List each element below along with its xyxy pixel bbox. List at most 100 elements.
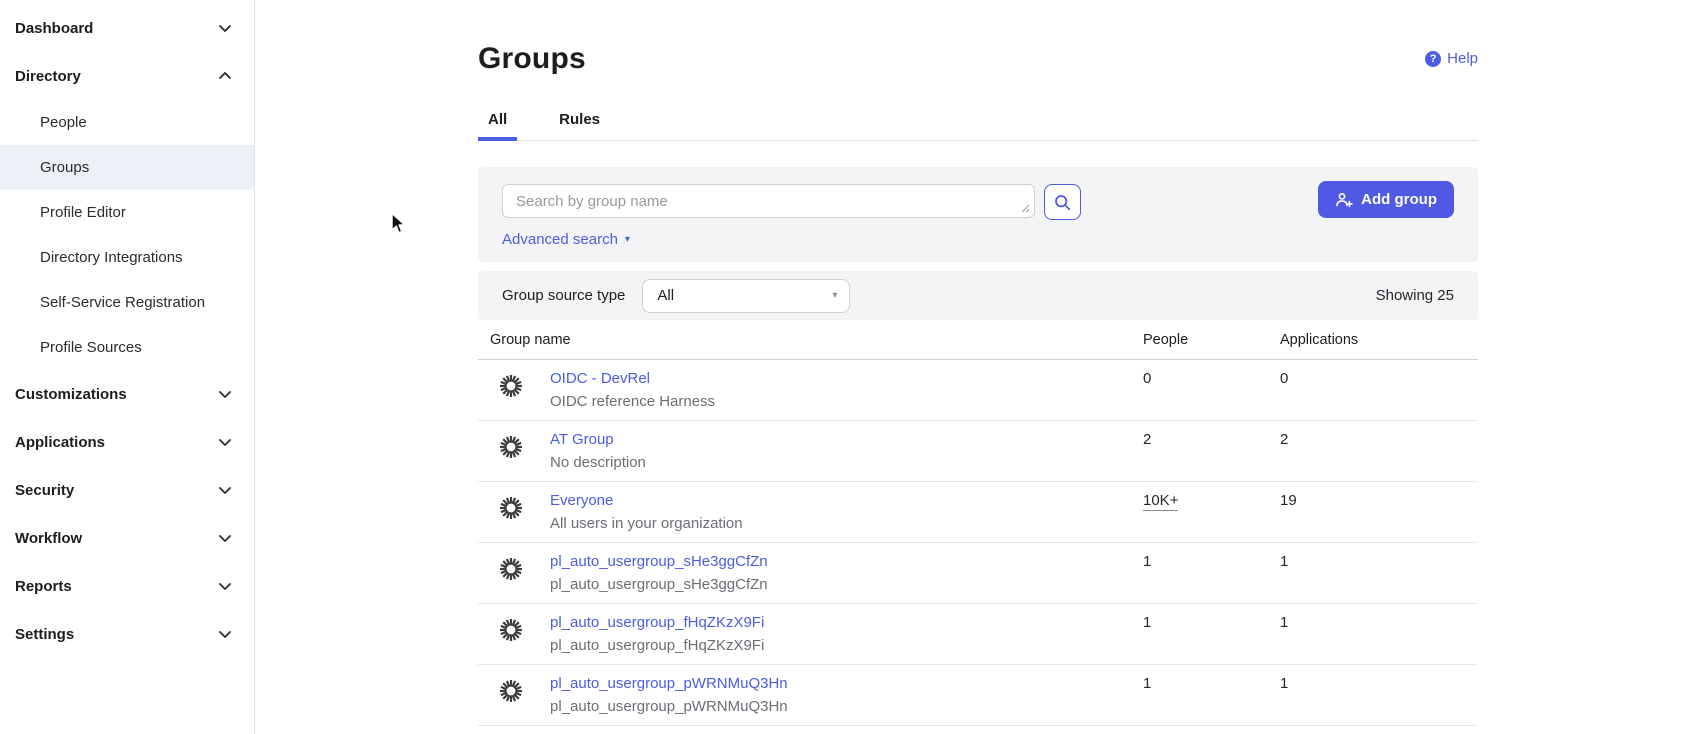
sidebar-item-people[interactable]: People: [0, 100, 254, 145]
group-description: OIDC reference Harness: [550, 392, 715, 412]
sidebar-item-profile-editor[interactable]: Profile Editor: [0, 190, 254, 235]
main-content: Groups ? Help All Rules: [255, 0, 1687, 734]
sidebar-item-profile-sources[interactable]: Profile Sources: [0, 325, 254, 370]
magnifier-icon: [1054, 194, 1071, 211]
group-name-link[interactable]: pl_auto_usergroup_sHe3ggCfZn: [550, 552, 768, 572]
applications-count: 1: [1280, 665, 1478, 694]
app-window: Dashboard Directory People Groups Profil…: [0, 0, 1687, 734]
tab-all[interactable]: All: [478, 111, 517, 140]
group-name-link[interactable]: OIDC - DevRel: [550, 369, 715, 389]
applications-count: 1: [1280, 543, 1478, 572]
people-count: 1: [1143, 665, 1280, 694]
group-description: All users in your organization: [550, 514, 743, 534]
filter-band: Group source type All ▾ Showing 25: [478, 271, 1478, 320]
people-count: 1: [1143, 604, 1280, 633]
help-link[interactable]: ? Help: [1425, 50, 1478, 67]
group-source-type-select[interactable]: All ▾: [642, 279, 850, 313]
selected-option: All: [657, 287, 674, 304]
group-description: No description: [550, 453, 646, 473]
group-description: pl_auto_usergroup_fHqZKzX9Fi: [550, 636, 764, 656]
group-source-type-label: Group source type: [502, 287, 625, 304]
sidebar-item-dashboard[interactable]: Dashboard: [0, 4, 254, 52]
group-name-link[interactable]: pl_auto_usergroup_fHqZKzX9Fi: [550, 613, 764, 633]
chevron-up-icon: [218, 69, 232, 83]
chevron-down-icon: [218, 387, 232, 401]
table-row: pl_auto_usergroup_fHqZKzX9Fi pl_auto_use…: [478, 604, 1478, 665]
people-count-tooltip[interactable]: 10K+: [1143, 492, 1178, 511]
sidebar-item-directory-integrations[interactable]: Directory Integrations: [0, 235, 254, 280]
applications-count: 19: [1280, 482, 1478, 511]
group-gear-icon: [497, 433, 525, 461]
people-count: 1: [1143, 543, 1280, 572]
sidebar-item-label: Settings: [15, 626, 74, 643]
sidebar-item-label: Reports: [15, 578, 72, 595]
sidebar-item-label: Directory Integrations: [40, 249, 183, 266]
help-label: Help: [1447, 50, 1478, 67]
sidebar-item-label: Groups: [40, 159, 89, 176]
sidebar: Dashboard Directory People Groups Profil…: [0, 0, 255, 734]
table-row: Everyone All users in your organization …: [478, 482, 1478, 543]
chevron-down-icon: [218, 435, 232, 449]
group-gear-icon: [497, 616, 525, 644]
showing-count: Showing 25: [1376, 287, 1454, 304]
advanced-search-label: Advanced search: [502, 231, 618, 248]
chevron-down-icon: [218, 531, 232, 545]
page-title: Groups: [478, 42, 1478, 76]
caret-down-icon: ▾: [832, 290, 837, 301]
sidebar-item-label: Directory: [15, 68, 81, 85]
group-gear-icon: [497, 677, 525, 705]
group-gear-icon: [497, 494, 525, 522]
sidebar-item-label: Applications: [15, 434, 105, 451]
sidebar-item-groups[interactable]: Groups: [0, 145, 254, 190]
sidebar-item-self-service-registration[interactable]: Self-Service Registration: [0, 280, 254, 325]
person-add-icon: [1335, 192, 1353, 208]
group-name-link[interactable]: AT Group: [550, 430, 646, 450]
sidebar-item-workflow[interactable]: Workflow: [0, 514, 254, 562]
applications-count: 0: [1280, 360, 1478, 389]
table-row: pl_auto_usergroup_pWRNMuQ3Hn pl_auto_use…: [478, 665, 1478, 726]
people-count: 0: [1143, 360, 1280, 389]
applications-count: 2: [1280, 421, 1478, 450]
chevron-down-icon: [218, 627, 232, 641]
group-description: pl_auto_usergroup_pWRNMuQ3Hn: [550, 697, 788, 717]
group-gear-icon: [497, 555, 525, 583]
sidebar-item-label: Profile Editor: [40, 204, 126, 221]
column-header-people: People: [1143, 332, 1280, 348]
group-description: pl_auto_usergroup_sHe3ggCfZn: [550, 575, 768, 595]
sidebar-item-label: Profile Sources: [40, 339, 142, 356]
add-group-button[interactable]: Add group: [1318, 181, 1454, 218]
sidebar-item-customizations[interactable]: Customizations: [0, 370, 254, 418]
add-group-label: Add group: [1361, 191, 1437, 208]
tab-rules[interactable]: Rules: [549, 111, 610, 140]
advanced-search-link[interactable]: Advanced search ▾: [502, 231, 630, 248]
sidebar-item-label: Dashboard: [15, 20, 93, 37]
sidebar-item-security[interactable]: Security: [0, 466, 254, 514]
table-row: AT Group No description 2 2: [478, 421, 1478, 482]
chevron-down-icon: [218, 483, 232, 497]
chevron-down-icon: [218, 579, 232, 593]
sidebar-item-label: Self-Service Registration: [40, 294, 205, 311]
people-count: 10K+: [1143, 482, 1280, 511]
sidebar-item-settings[interactable]: Settings: [0, 610, 254, 658]
table-header: Group name People Applications: [478, 320, 1478, 360]
caret-down-icon: ▾: [625, 235, 630, 245]
chevron-down-icon: [218, 21, 232, 35]
sidebar-item-directory[interactable]: Directory: [0, 52, 254, 100]
resize-handle[interactable]: [1021, 204, 1030, 213]
search-button[interactable]: [1044, 184, 1081, 220]
sidebar-item-applications[interactable]: Applications: [0, 418, 254, 466]
table-row: OIDC - DevRel OIDC reference Harness 0 0: [478, 360, 1478, 421]
search-panel: Advanced search ▾ Add group: [478, 167, 1478, 262]
column-header-applications: Applications: [1280, 332, 1478, 348]
sidebar-item-reports[interactable]: Reports: [0, 562, 254, 610]
group-name-link[interactable]: Everyone: [550, 491, 743, 511]
groups-table: Group name People Applications OIDC - De…: [478, 320, 1478, 726]
tab-bar: All Rules: [478, 111, 1478, 141]
column-header-group-name: Group name: [478, 332, 1143, 348]
search-input[interactable]: [502, 184, 1035, 218]
group-name-link[interactable]: pl_auto_usergroup_pWRNMuQ3Hn: [550, 674, 788, 694]
sidebar-item-label: Security: [15, 482, 74, 499]
sidebar-item-label: Workflow: [15, 530, 82, 547]
applications-count: 1: [1280, 604, 1478, 633]
sidebar-item-label: People: [40, 114, 87, 131]
